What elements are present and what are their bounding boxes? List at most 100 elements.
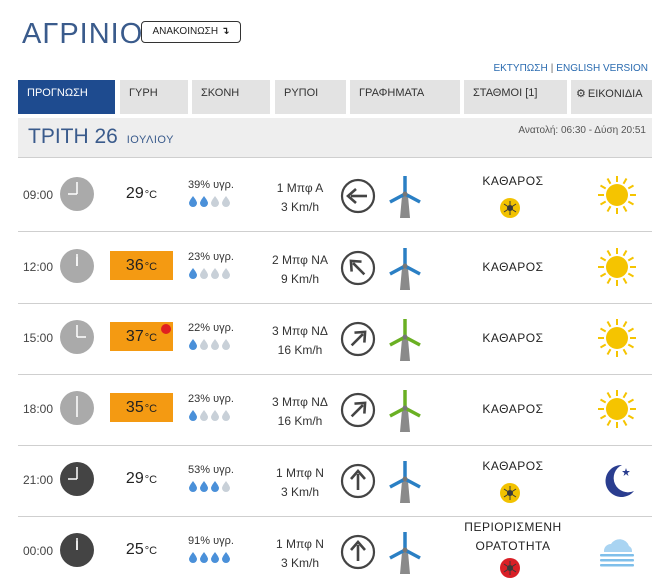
wind-speed: 16 Km/h <box>277 414 323 428</box>
tab-charts[interactable]: ΓΡΑΦΗΜΑΤΑ <box>350 80 460 114</box>
arrow-icon <box>340 463 376 499</box>
temperature-value: 37 <box>125 328 144 345</box>
month-name: ΙΟΥΛΙΟΥ <box>126 134 174 146</box>
visibility-condition: ΚΑΘΑΡΟΣ <box>458 329 568 348</box>
tab-forecast[interactable]: ΠΡΟΓΝΩΣΗ <box>18 80 115 114</box>
water-drop-icon <box>222 196 230 207</box>
wind-info: 1 Μπφ Α 3 Km/h <box>255 179 345 217</box>
temperature-unit: °C <box>144 332 158 344</box>
condition-line: ΚΑΘΑΡΟΣ <box>482 331 544 345</box>
temperature-value: 35 <box>125 399 144 416</box>
wind-direction-icon <box>340 392 376 428</box>
dust-icon <box>500 483 520 503</box>
wind-speed: 16 Km/h <box>277 343 323 357</box>
forecast-time: 12:00 <box>23 260 54 274</box>
temperature: 29°C <box>110 179 173 208</box>
turbine-icon <box>389 176 421 218</box>
visibility-condition: ΚΑΘΑΡΟΣ <box>458 258 568 277</box>
humidity-drops <box>188 550 248 563</box>
turbine-icon <box>389 532 421 574</box>
tab-icons-label: ΕΙΚΟΝΙΔΙΑ <box>587 88 643 100</box>
english-version-link[interactable]: ENGLISH VERSION <box>556 63 648 74</box>
day-header: ΤΡΙΤΗ 26 ΙΟΥΛΙΟΥ Ανατολή: 06:30 - Δύση 2… <box>18 118 652 158</box>
link-separator: | <box>550 63 554 74</box>
turbine-icon <box>389 390 421 432</box>
wind-turbine-icon <box>388 317 422 363</box>
water-drop-icon <box>200 339 208 350</box>
announcements-button[interactable]: ΑΝΑΚΟΙΝΩΣΗ ↴ <box>141 21 241 43</box>
wind-direction-icon <box>340 534 376 570</box>
day-name: ΤΡΙΤΗ 26 <box>28 125 118 148</box>
clock-icon <box>60 391 94 425</box>
temperature-value: 29 <box>125 185 144 202</box>
clock-icon <box>60 177 94 211</box>
water-drop-icon <box>211 410 219 421</box>
dust-level-icon <box>500 558 520 578</box>
wind-beaufort: 1 Μπφ Ν <box>276 466 324 480</box>
sun-icon <box>596 174 638 216</box>
visibility-condition: ΚΑΘΑΡΟΣ <box>458 172 568 191</box>
tab-pollen[interactable]: ΓΥΡΗ <box>120 80 188 114</box>
humidity-text: 23% υγρ. <box>188 393 234 405</box>
humidity-text: 91% υγρ. <box>188 535 234 547</box>
wind-beaufort: 3 Μπφ ΝΔ <box>272 324 328 338</box>
forecast-time: 18:00 <box>23 402 54 416</box>
wind-turbine-icon <box>388 174 422 220</box>
tab-stations[interactable]: ΣΤΑΘΜΟΙ [1] <box>464 80 567 114</box>
moon-shape-icon <box>605 464 634 497</box>
fog-shape-icon <box>600 539 634 567</box>
water-drop-icon <box>200 552 208 563</box>
turbine-icon <box>389 248 421 290</box>
temperature: 37°C <box>110 322 173 351</box>
temperature: 36°C <box>110 251 173 280</box>
humidity-text: 53% υγρ. <box>188 464 234 476</box>
humidity-drops <box>188 337 248 350</box>
tab-bar: ΠΡΟΓΝΩΣΗ ΓΥΡΗ ΣΚΟΝΗ ΡΥΠΟΙ ΓΡΑΦΗΜΑΤΑ ΣΤΑΘ… <box>18 80 652 114</box>
wind-info: 1 Μπφ Ν 3 Km/h <box>255 535 345 573</box>
turbine-icon <box>389 461 421 503</box>
announcements-label: ΑΝΑΚΟΙΝΩΣΗ <box>152 26 219 37</box>
dust-level-icon <box>500 198 520 218</box>
temperature-unit: °C <box>144 261 158 273</box>
arrow-icon <box>340 178 376 214</box>
wind-speed: 3 Km/h <box>280 200 319 214</box>
clock-icon <box>60 533 94 567</box>
dust-icon <box>500 558 520 578</box>
temperature-unit: °C <box>144 474 158 486</box>
water-drop-icon <box>189 552 197 563</box>
water-drop-icon <box>189 196 197 207</box>
forecast-time: 00:00 <box>23 544 54 558</box>
clock-face-icon <box>60 462 94 496</box>
tab-dust[interactable]: ΣΚΟΝΗ <box>192 80 270 114</box>
wind-speed: 3 Km/h <box>280 485 319 499</box>
water-drop-icon <box>189 410 197 421</box>
water-drop-icon <box>211 196 219 207</box>
tab-icons[interactable]: ⚙ ΕΙΚΟΝΙΔΙΑ <box>571 80 652 114</box>
wind-direction-icon <box>340 250 376 286</box>
humidity-drops <box>188 194 248 207</box>
wind-beaufort: 3 Μπφ ΝΔ <box>272 395 328 409</box>
water-drop-icon <box>189 268 197 279</box>
arrow-icon <box>340 250 376 286</box>
sun-shape-icon <box>598 390 636 428</box>
clock-face-icon <box>60 391 94 425</box>
water-drop-icon <box>200 481 208 492</box>
wind-direction-icon <box>340 178 376 214</box>
condition-line: ΠΕΡΙΟΡΙΣΜΕΝΗ <box>464 520 562 534</box>
wind-beaufort: 1 Μπφ Ν <box>276 537 324 551</box>
clock-face-icon <box>60 249 94 283</box>
tab-pollutants[interactable]: ΡΥΠΟΙ <box>275 80 346 114</box>
wind-speed: 3 Km/h <box>280 556 319 570</box>
fog-icon <box>596 530 638 572</box>
temperature-value: 29 <box>125 470 144 487</box>
sun-shape-icon <box>598 176 636 214</box>
temperature-value: 36 <box>125 257 144 274</box>
print-link[interactable]: ΕΚΤΥΠΩΣΗ <box>493 63 547 74</box>
visibility-condition: ΚΑΘΑΡΟΣ <box>458 457 568 476</box>
condition-line: ΚΑΘΑΡΟΣ <box>482 260 544 274</box>
wind-direction-icon <box>340 463 376 499</box>
humidity-drops <box>188 408 248 421</box>
water-drop-icon <box>211 552 219 563</box>
humidity: 53% υγρ. <box>188 464 248 492</box>
wind-info: 3 Μπφ ΝΔ 16 Km/h <box>255 322 345 360</box>
